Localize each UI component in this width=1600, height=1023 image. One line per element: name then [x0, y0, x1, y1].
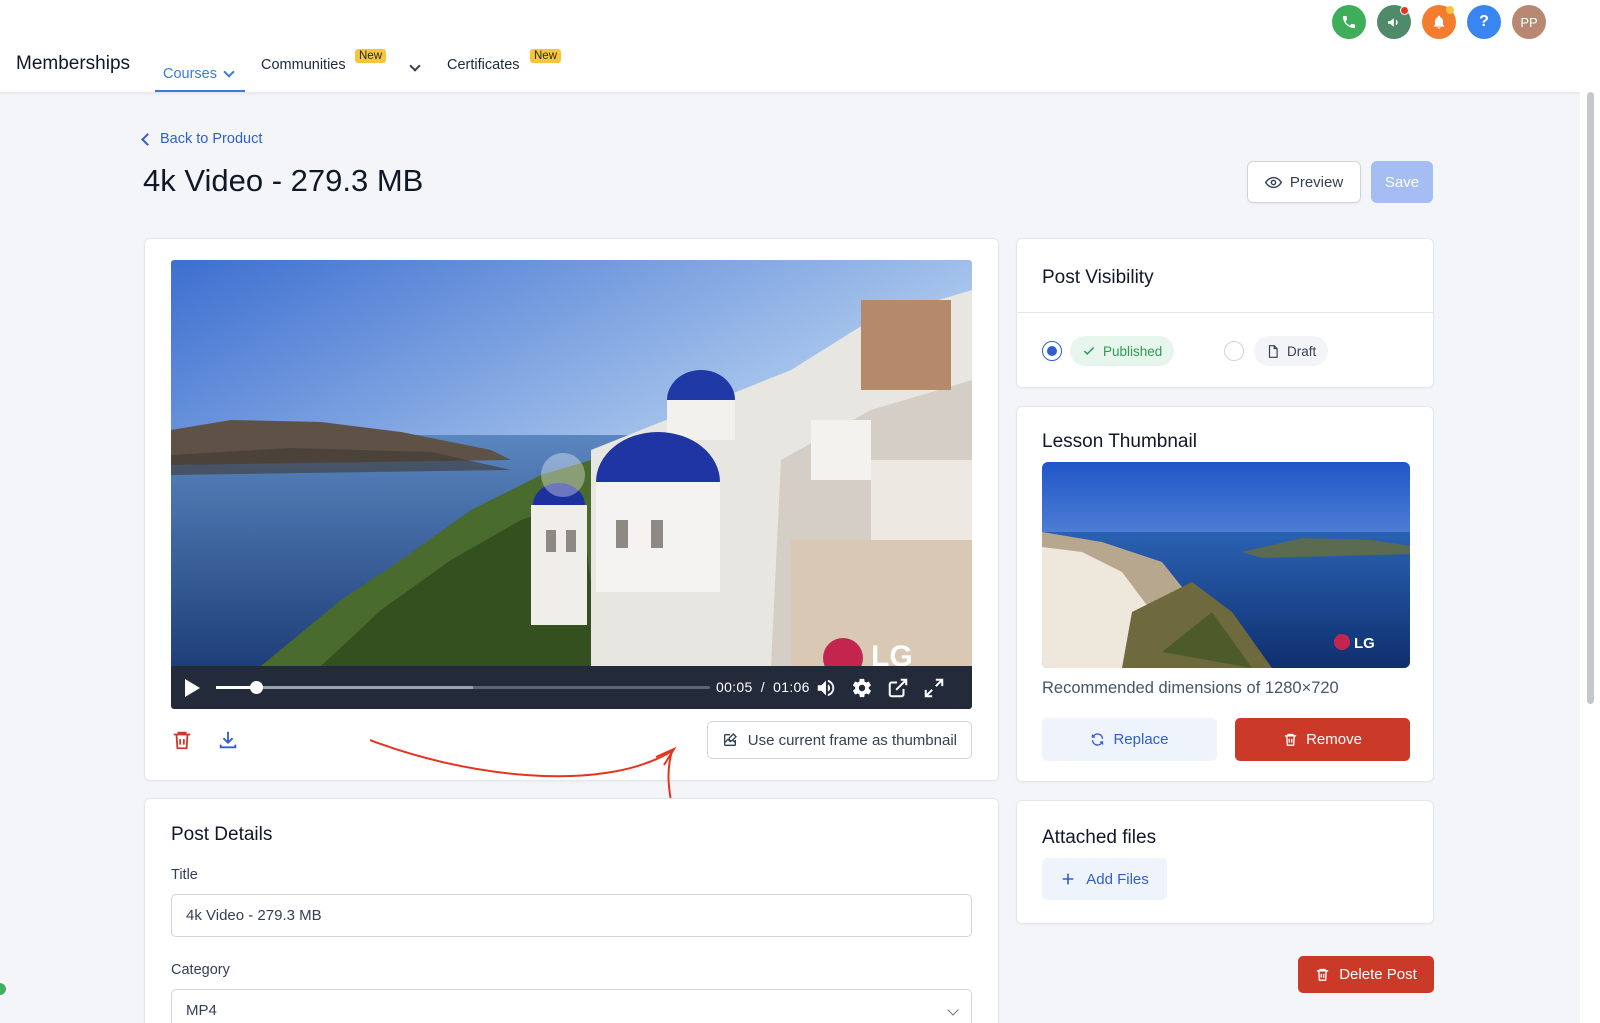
- avatar[interactable]: PP: [1512, 5, 1546, 39]
- remove-thumbnail-button[interactable]: Remove: [1235, 718, 1410, 761]
- trash-icon: [1284, 733, 1297, 746]
- video-actions-row: Use current frame as thumbnail: [171, 721, 972, 761]
- published-label: Published: [1103, 343, 1163, 359]
- eye-icon: [1264, 176, 1282, 188]
- published-radio[interactable]: [1042, 341, 1062, 361]
- top-navigation-bar: Memberships Courses Communities New Cert…: [0, 0, 1580, 93]
- notification-dot: [1446, 6, 1454, 14]
- gear-icon[interactable]: [851, 677, 873, 699]
- brand-title: Memberships: [16, 53, 131, 74]
- draft-label: Draft: [1287, 343, 1317, 359]
- back-to-product-link[interactable]: Back to Product: [141, 131, 263, 147]
- post-details-card: Post Details Title 4k Video - 279.3 MB C…: [144, 798, 999, 1023]
- tab-certificates-label: Certificates: [447, 57, 520, 73]
- title-input-value: 4k Video - 279.3 MB: [186, 907, 322, 924]
- top-icon-group: ? PP: [1332, 5, 1546, 39]
- add-files-button[interactable]: Add Files: [1042, 858, 1167, 900]
- new-badge: New: [355, 49, 387, 63]
- page-scrollbar[interactable]: [1580, 0, 1600, 1023]
- fullscreen-icon[interactable]: [923, 677, 945, 699]
- chevron-down-icon: [223, 66, 235, 78]
- time-separator: /: [760, 679, 765, 695]
- status-indicator-dot: [0, 981, 8, 997]
- time-display: 00:05 / 01:06: [716, 679, 810, 695]
- page-title: 4k Video - 279.3 MB: [143, 163, 424, 198]
- megaphone-icon[interactable]: [1377, 5, 1411, 39]
- bell-icon[interactable]: [1422, 5, 1456, 39]
- plus-icon: [1062, 873, 1074, 885]
- trash-icon: [1317, 968, 1329, 981]
- video-progress-bar[interactable]: [216, 681, 710, 694]
- video-controls-bar: 00:05 / 01:06: [171, 666, 972, 709]
- duration: 01:06: [773, 679, 810, 695]
- category-label: Category: [171, 962, 230, 978]
- image-edit-icon: [723, 733, 737, 746]
- video-watermark-logo: LG: [871, 640, 913, 666]
- play-icon[interactable]: [185, 678, 200, 697]
- trash-icon[interactable]: [171, 729, 193, 751]
- replace-thumbnail-button[interactable]: Replace: [1042, 718, 1217, 761]
- recommended-dimensions-text: Recommended dimensions of 1280×720: [1042, 679, 1339, 697]
- avatar-initials: PP: [1520, 14, 1538, 30]
- delete-post-label: Delete Post: [1339, 966, 1417, 983]
- notification-dot: [1400, 6, 1409, 15]
- chevron-down-icon: [947, 1004, 959, 1016]
- title-label: Title: [171, 867, 198, 883]
- draft-status-badge[interactable]: Draft: [1254, 336, 1329, 366]
- tab-communities-label: Communities: [261, 57, 346, 73]
- scrollbar-thumb[interactable]: [1587, 92, 1594, 704]
- category-select[interactable]: MP4: [171, 989, 972, 1023]
- help-icon[interactable]: ?: [1467, 5, 1501, 39]
- save-button[interactable]: Save: [1371, 161, 1433, 203]
- external-link-icon[interactable]: [887, 677, 909, 699]
- back-link-label: Back to Product: [160, 131, 263, 147]
- current-time: 00:05: [716, 679, 753, 695]
- post-details-heading: Post Details: [171, 824, 273, 845]
- refresh-icon: [1092, 733, 1104, 746]
- attached-files-card: Attached files Add Files: [1016, 800, 1434, 924]
- tab-courses[interactable]: Courses: [155, 52, 245, 92]
- check-icon: [1083, 346, 1095, 355]
- delete-post-button[interactable]: Delete Post: [1298, 956, 1434, 993]
- post-visibility-card: Post Visibility Published Draft: [1016, 238, 1434, 388]
- document-icon: [1268, 344, 1278, 358]
- help-icon-glyph: ?: [1479, 13, 1489, 30]
- title-input[interactable]: 4k Video - 279.3 MB: [171, 894, 972, 937]
- post-visibility-heading: Post Visibility: [1042, 267, 1154, 288]
- use-current-frame-label: Use current frame as thumbnail: [747, 731, 957, 749]
- tab-courses-label: Courses: [163, 66, 217, 82]
- category-select-value: MP4: [186, 1002, 217, 1019]
- draft-radio[interactable]: [1224, 341, 1244, 361]
- use-current-frame-button[interactable]: Use current frame as thumbnail: [706, 721, 972, 759]
- thumbnail-image: LG: [1042, 462, 1410, 668]
- lesson-thumbnail-card: Lesson Thumbnail LG Recommended dimensio…: [1016, 406, 1434, 782]
- volume-icon[interactable]: [815, 677, 837, 699]
- chevron-left-icon: [141, 132, 154, 146]
- video-card: LG 00:05 / 01:06 Use current frame as th…: [144, 238, 999, 781]
- thumbnail-logo: LG: [1354, 635, 1375, 652]
- published-status-badge[interactable]: Published: [1070, 336, 1175, 366]
- thumbnail-scene: LG: [1042, 462, 1410, 668]
- preview-button-label: Preview: [1289, 173, 1344, 191]
- replace-label: Replace: [1113, 731, 1169, 748]
- tab-communities[interactable]: Communities New: [261, 49, 387, 73]
- phone-icon[interactable]: [1332, 5, 1366, 39]
- more-menu-chevron-icon[interactable]: [409, 60, 421, 72]
- progress-handle[interactable]: [249, 681, 263, 694]
- video-player[interactable]: LG 00:05 / 01:06: [171, 260, 972, 709]
- divider: [1017, 312, 1433, 313]
- remove-label: Remove: [1306, 731, 1362, 748]
- download-icon[interactable]: [217, 729, 239, 751]
- preview-button[interactable]: Preview: [1247, 161, 1361, 203]
- video-frame-image: LG: [171, 260, 972, 666]
- tab-certificates[interactable]: Certificates New: [447, 49, 562, 73]
- new-badge: New: [530, 49, 562, 63]
- attached-files-heading: Attached files: [1042, 827, 1157, 848]
- add-files-label: Add Files: [1086, 870, 1149, 888]
- lesson-thumbnail-heading: Lesson Thumbnail: [1042, 431, 1197, 452]
